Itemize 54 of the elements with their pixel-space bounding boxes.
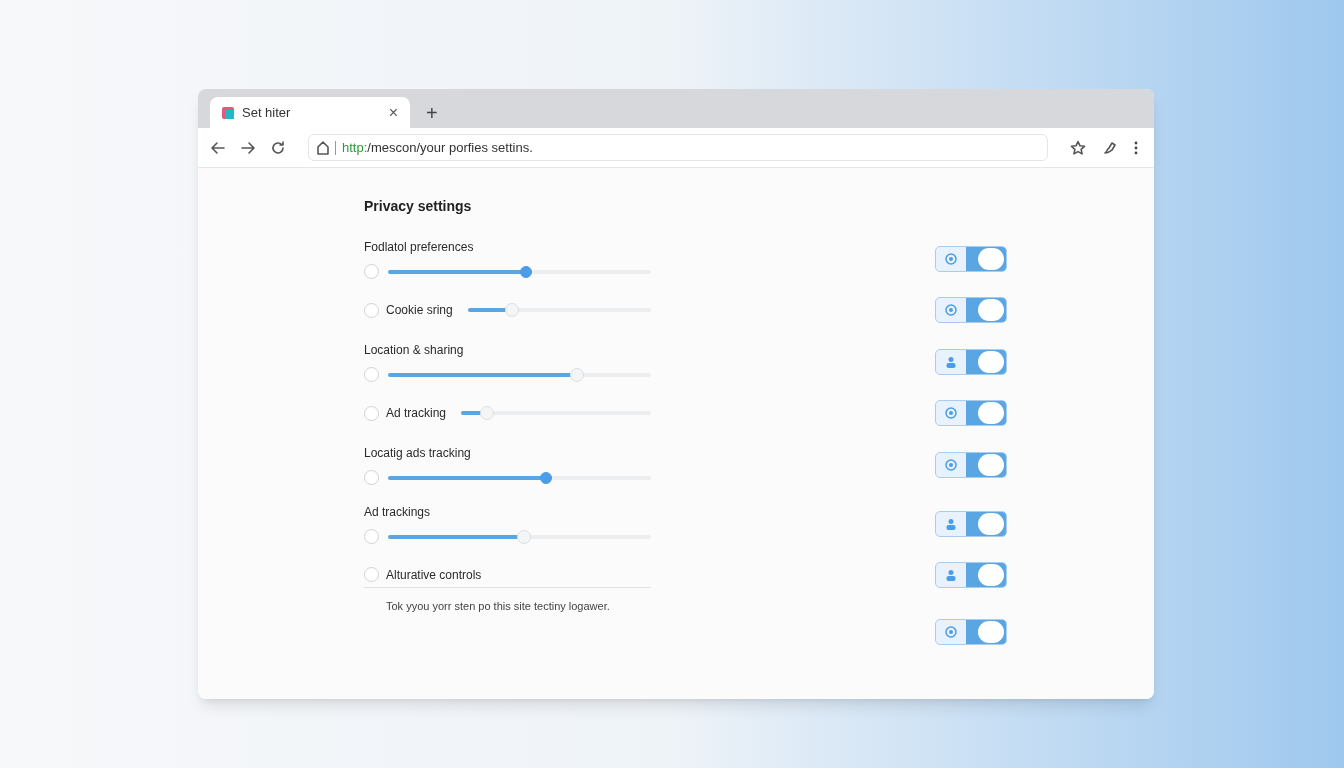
slider-track[interactable]	[388, 470, 651, 485]
star-icon[interactable]	[1070, 139, 1086, 156]
face-icon	[945, 304, 957, 316]
radio-button[interactable]	[364, 529, 379, 544]
slider-thumb[interactable]	[519, 265, 532, 278]
person-icon	[945, 355, 957, 368]
radio-button[interactable]	[364, 264, 379, 279]
slider-thumb[interactable]	[539, 471, 552, 484]
toggle-switch[interactable]	[935, 297, 1007, 323]
slider-track[interactable]	[467, 303, 651, 317]
menu-icon[interactable]	[1134, 140, 1138, 155]
person-icon	[945, 569, 957, 581]
tab-title: Set hiter	[242, 103, 292, 122]
description-text: Tok yyou yorr sten po this site tectiny logawer.	[385, 599, 611, 614]
slider-track[interactable]	[388, 529, 651, 544]
pen-icon[interactable]	[1102, 139, 1118, 156]
toggle-switch[interactable]	[935, 562, 1007, 588]
setting-label: Alturative controls	[386, 566, 482, 584]
setting-label: Locatig ads tracking	[364, 445, 472, 462]
setting-label: Ad tracking	[386, 405, 447, 422]
face-icon	[945, 625, 957, 638]
setting-label: Fodlatol preferences	[364, 239, 475, 256]
radio-button[interactable]	[364, 367, 379, 382]
favicon-icon	[222, 106, 234, 119]
face-icon	[945, 458, 957, 471]
slider-track[interactable]	[388, 367, 651, 382]
slider-track[interactable]	[388, 264, 651, 279]
url-text: http:/mescon/your porfies settins.	[342, 138, 533, 157]
back-icon[interactable]	[210, 139, 226, 156]
setting-label: Cookie sring	[386, 302, 453, 319]
browser-tab[interactable]: Set hiter ×	[210, 97, 410, 128]
face-icon	[945, 252, 957, 265]
face-icon	[945, 407, 957, 419]
new-tab-button[interactable]: +	[426, 97, 438, 128]
home-icon	[317, 140, 329, 155]
setting-label: Location & sharing	[364, 342, 465, 359]
address-bar[interactable]: http:/mescon/your porfies settins.	[308, 134, 1048, 161]
page-title: Privacy settings	[364, 197, 473, 216]
radio-button[interactable]	[364, 405, 379, 421]
radio-button[interactable]	[364, 470, 379, 485]
toggle-switch[interactable]	[935, 618, 1007, 645]
setting-label: Ad trackings	[364, 504, 432, 521]
forward-icon[interactable]	[240, 139, 256, 156]
toggle-switch[interactable]	[935, 400, 1007, 426]
toggle-switch[interactable]	[935, 451, 1007, 478]
toggle-switch[interactable]	[935, 510, 1007, 537]
radio-button[interactable]	[364, 302, 379, 318]
toggle-switch[interactable]	[935, 245, 1007, 272]
slider-track[interactable]	[461, 406, 651, 420]
close-button[interactable]: ×	[388, 104, 398, 121]
radio-button[interactable]	[364, 567, 379, 582]
person-icon	[945, 517, 957, 530]
reload-icon[interactable]	[270, 139, 286, 156]
toggle-switch[interactable]	[935, 348, 1007, 375]
